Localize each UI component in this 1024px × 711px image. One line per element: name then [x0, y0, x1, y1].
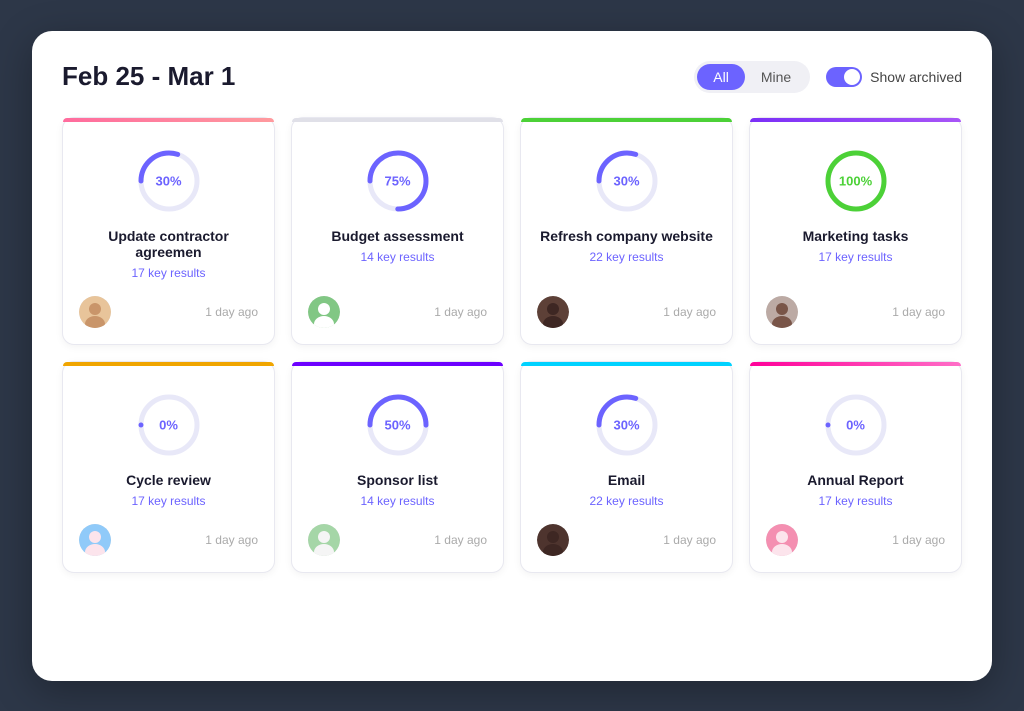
main-container: Feb 25 - Mar 1 All Mine Show archived 30…: [32, 31, 992, 681]
show-archived-control[interactable]: Show archived: [826, 67, 962, 87]
card-key-results[interactable]: 17 key results: [131, 494, 205, 508]
time-ago: 1 day ago: [892, 305, 945, 319]
header: Feb 25 - Mar 1 All Mine Show archived: [62, 61, 962, 93]
card-title: Email: [608, 472, 645, 488]
filter-mine-button[interactable]: Mine: [745, 64, 807, 90]
card-footer: 1 day ago: [79, 296, 258, 328]
card-card-6[interactable]: 50% Sponsor list 14 key results 1 day ag…: [291, 361, 504, 573]
avatar: [308, 524, 340, 556]
avatar: [308, 296, 340, 328]
card-title: Annual Report: [807, 472, 903, 488]
card-card-8[interactable]: 0% Annual Report 17 key results 1 day ag…: [749, 361, 962, 573]
card-title: Marketing tasks: [803, 228, 909, 244]
card-card-1[interactable]: 30% Update contractor agreemen 17 key re…: [62, 117, 275, 345]
time-ago: 1 day ago: [663, 305, 716, 319]
progress-ring: 0%: [134, 390, 204, 460]
card-title: Budget assessment: [331, 228, 463, 244]
avatar: [766, 296, 798, 328]
card-title: Refresh company website: [540, 228, 713, 244]
time-ago: 1 day ago: [434, 305, 487, 319]
card-key-results[interactable]: 17 key results: [818, 494, 892, 508]
card-footer: 1 day ago: [308, 296, 487, 328]
progress-ring: 50%: [363, 390, 433, 460]
card-footer: 1 day ago: [766, 296, 945, 328]
card-title: Cycle review: [126, 472, 211, 488]
time-ago: 1 day ago: [205, 305, 258, 319]
avatar: [79, 296, 111, 328]
card-footer: 1 day ago: [537, 524, 716, 556]
card-footer: 1 day ago: [308, 524, 487, 556]
card-title: Sponsor list: [357, 472, 438, 488]
date-range: Feb 25 - Mar 1: [62, 61, 235, 92]
time-ago: 1 day ago: [663, 533, 716, 547]
avatar: [79, 524, 111, 556]
progress-ring: 30%: [134, 146, 204, 216]
filter-buttons: All Mine: [694, 61, 810, 93]
avatar: [537, 524, 569, 556]
progress-ring: 30%: [592, 390, 662, 460]
progress-ring: 100%: [821, 146, 891, 216]
cards-grid: 30% Update contractor agreemen 17 key re…: [62, 117, 962, 573]
card-key-results[interactable]: 17 key results: [818, 250, 892, 264]
time-ago: 1 day ago: [205, 533, 258, 547]
header-controls: All Mine Show archived: [694, 61, 962, 93]
card-card-7[interactable]: 30% Email 22 key results 1 day ago: [520, 361, 733, 573]
show-archived-label: Show archived: [870, 69, 962, 85]
time-ago: 1 day ago: [892, 533, 945, 547]
card-card-2[interactable]: 75% Budget assessment 14 key results 1 d…: [291, 117, 504, 345]
progress-ring: 0%: [821, 390, 891, 460]
card-footer: 1 day ago: [537, 296, 716, 328]
progress-ring: 75%: [363, 146, 433, 216]
card-key-results[interactable]: 17 key results: [131, 266, 205, 280]
card-key-results[interactable]: 22 key results: [589, 494, 663, 508]
card-footer: 1 day ago: [766, 524, 945, 556]
time-ago: 1 day ago: [434, 533, 487, 547]
card-key-results[interactable]: 14 key results: [360, 250, 434, 264]
card-card-3[interactable]: 30% Refresh company website 22 key resul…: [520, 117, 733, 345]
card-card-5[interactable]: 0% Cycle review 17 key results 1 day ago: [62, 361, 275, 573]
card-title: Update contractor agreemen: [79, 228, 258, 260]
filter-all-button[interactable]: All: [697, 64, 745, 90]
card-key-results[interactable]: 22 key results: [589, 250, 663, 264]
avatar: [766, 524, 798, 556]
card-footer: 1 day ago: [79, 524, 258, 556]
card-card-4[interactable]: 100% Marketing tasks 17 key results 1 da…: [749, 117, 962, 345]
avatar: [537, 296, 569, 328]
show-archived-toggle[interactable]: [826, 67, 862, 87]
progress-ring: 30%: [592, 146, 662, 216]
card-key-results[interactable]: 14 key results: [360, 494, 434, 508]
